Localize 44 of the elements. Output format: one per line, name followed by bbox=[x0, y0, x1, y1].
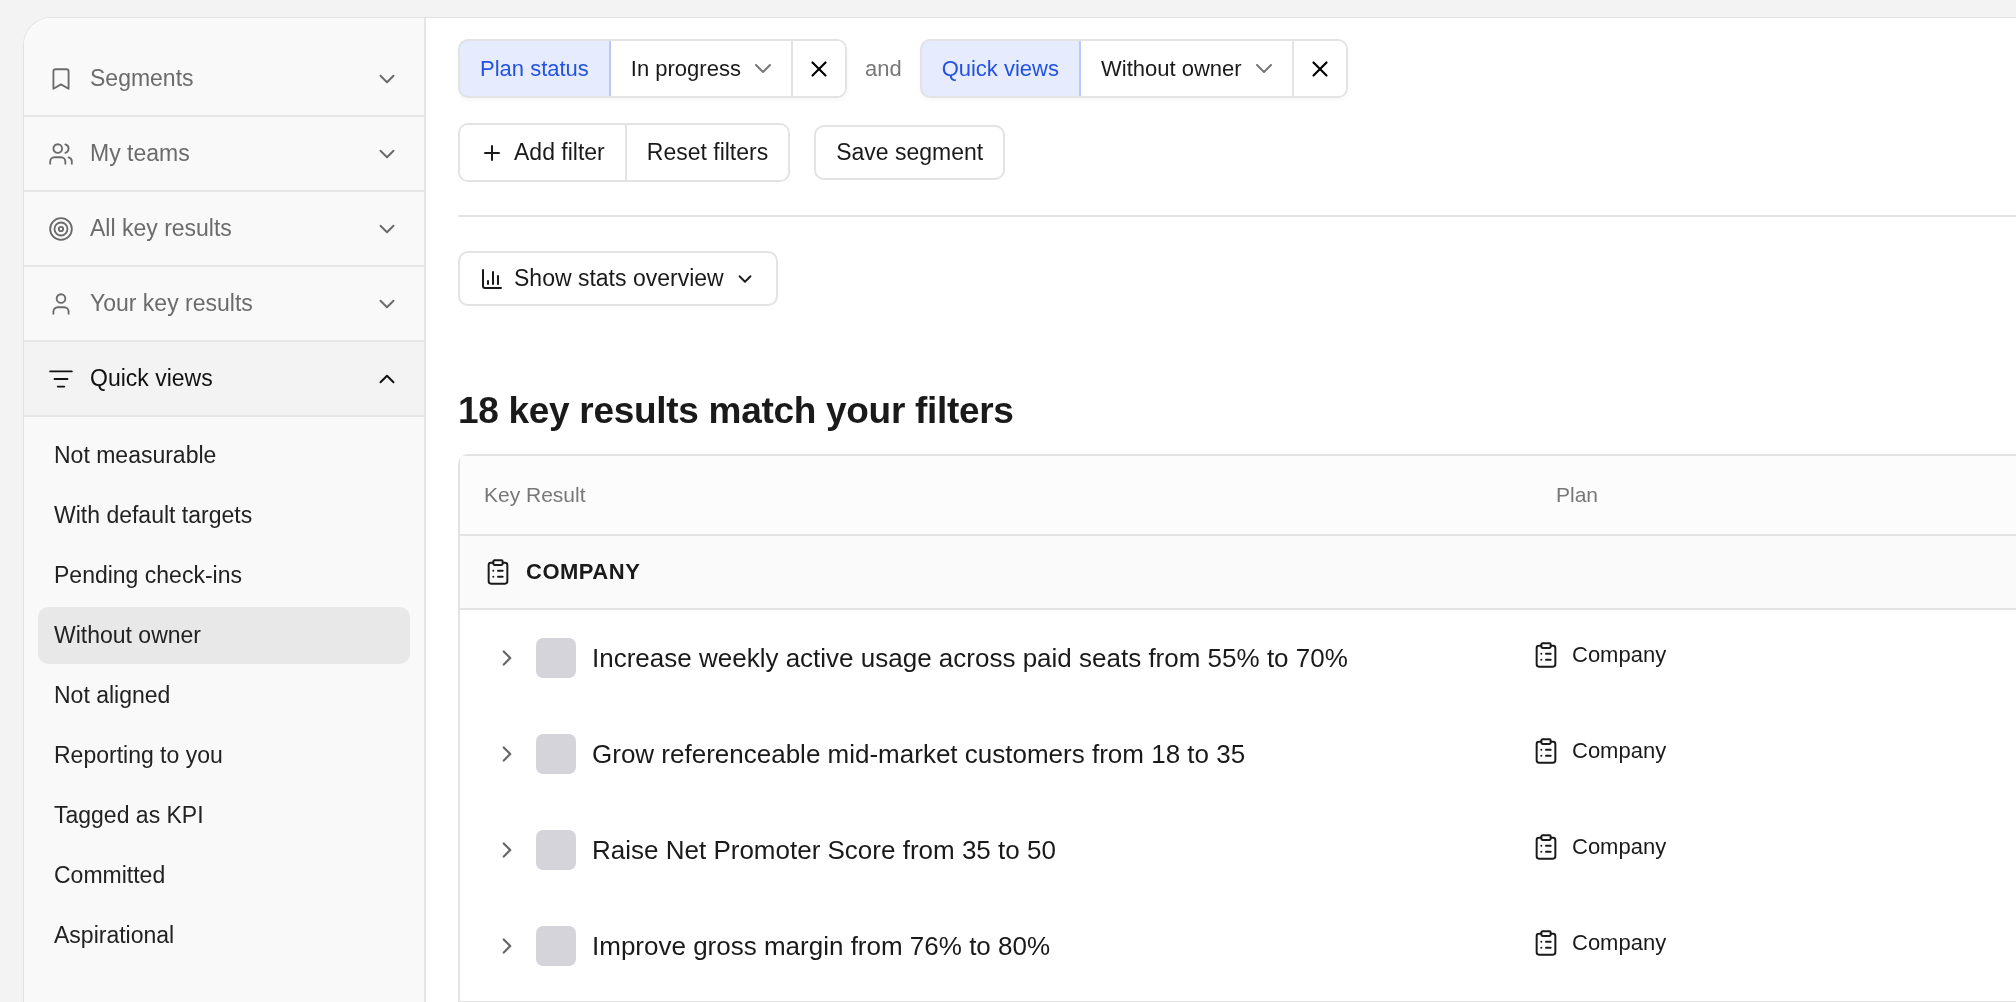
target-icon bbox=[48, 215, 74, 242]
remove-filter-button[interactable] bbox=[792, 41, 845, 96]
filter-field: Quick views bbox=[921, 41, 1081, 96]
sidebar-section[interactable]: My teams bbox=[24, 117, 424, 192]
results-heading: 18 key results match your filters bbox=[458, 390, 1015, 432]
quick-view-item[interactable]: Not measurable bbox=[38, 427, 410, 484]
chevron-down-icon bbox=[754, 64, 771, 73]
group-label: COMPANY bbox=[526, 559, 641, 585]
key-result-title[interactable]: Grow referenceable mid-market customers from 18 to 35 bbox=[592, 738, 1246, 770]
column-header: Plan bbox=[1556, 483, 1599, 507]
status-square-icon bbox=[536, 734, 576, 774]
quick-view-item[interactable]: Tagged as KPI bbox=[38, 787, 410, 844]
sidebar-section[interactable]: Quick views bbox=[24, 342, 424, 417]
sidebar-section[interactable]: Segments bbox=[24, 42, 424, 117]
key-result-title[interactable]: Raise Net Promoter Score from 35 to 50 bbox=[592, 834, 1056, 866]
quick-view-item[interactable]: Without owner bbox=[38, 607, 410, 664]
key-result-title[interactable]: Improve gross margin from 76% to 80% bbox=[592, 930, 1051, 962]
status-square-icon bbox=[536, 830, 576, 870]
people-icon bbox=[48, 140, 74, 167]
quick-view-item[interactable]: Committed bbox=[38, 847, 410, 904]
quick-view-item[interactable]: With default targets bbox=[38, 487, 410, 544]
add-filter-button[interactable]: Add filter bbox=[460, 125, 627, 180]
filter-field: Plan status bbox=[460, 41, 611, 96]
chevron-down-icon bbox=[1255, 64, 1272, 73]
plan-link[interactable]: Company bbox=[1572, 642, 1667, 668]
sidebar-section[interactable]: All key results bbox=[24, 192, 424, 267]
status-square-icon bbox=[536, 638, 576, 678]
remove-filter-button[interactable] bbox=[1293, 41, 1346, 96]
save-segment-button[interactable]: Save segment bbox=[814, 125, 1006, 180]
plan-link[interactable]: Company bbox=[1572, 930, 1667, 956]
filter-value-dropdown[interactable]: Without owner bbox=[1081, 41, 1294, 96]
quick-view-item[interactable]: Pending check-ins bbox=[38, 547, 410, 604]
stats-overview-button[interactable]: Show stats overview bbox=[458, 251, 778, 306]
status-square-icon bbox=[536, 926, 576, 966]
quick-view-item[interactable]: Not aligned bbox=[38, 667, 410, 724]
plan-link[interactable]: Company bbox=[1572, 738, 1667, 764]
plan-link[interactable]: Company bbox=[1572, 834, 1667, 860]
quick-view-item[interactable]: Reporting to you bbox=[38, 727, 410, 784]
filter-joiner: and bbox=[864, 55, 902, 82]
filter-value-dropdown[interactable]: In progress bbox=[610, 41, 793, 96]
column-header: Key Result bbox=[483, 483, 587, 507]
key-result-title[interactable]: Increase weekly active usage across paid seats from 55% to 70% bbox=[592, 642, 1348, 674]
bar-chart-icon bbox=[480, 266, 504, 291]
quick-view-item[interactable]: Aspirational bbox=[38, 907, 410, 964]
